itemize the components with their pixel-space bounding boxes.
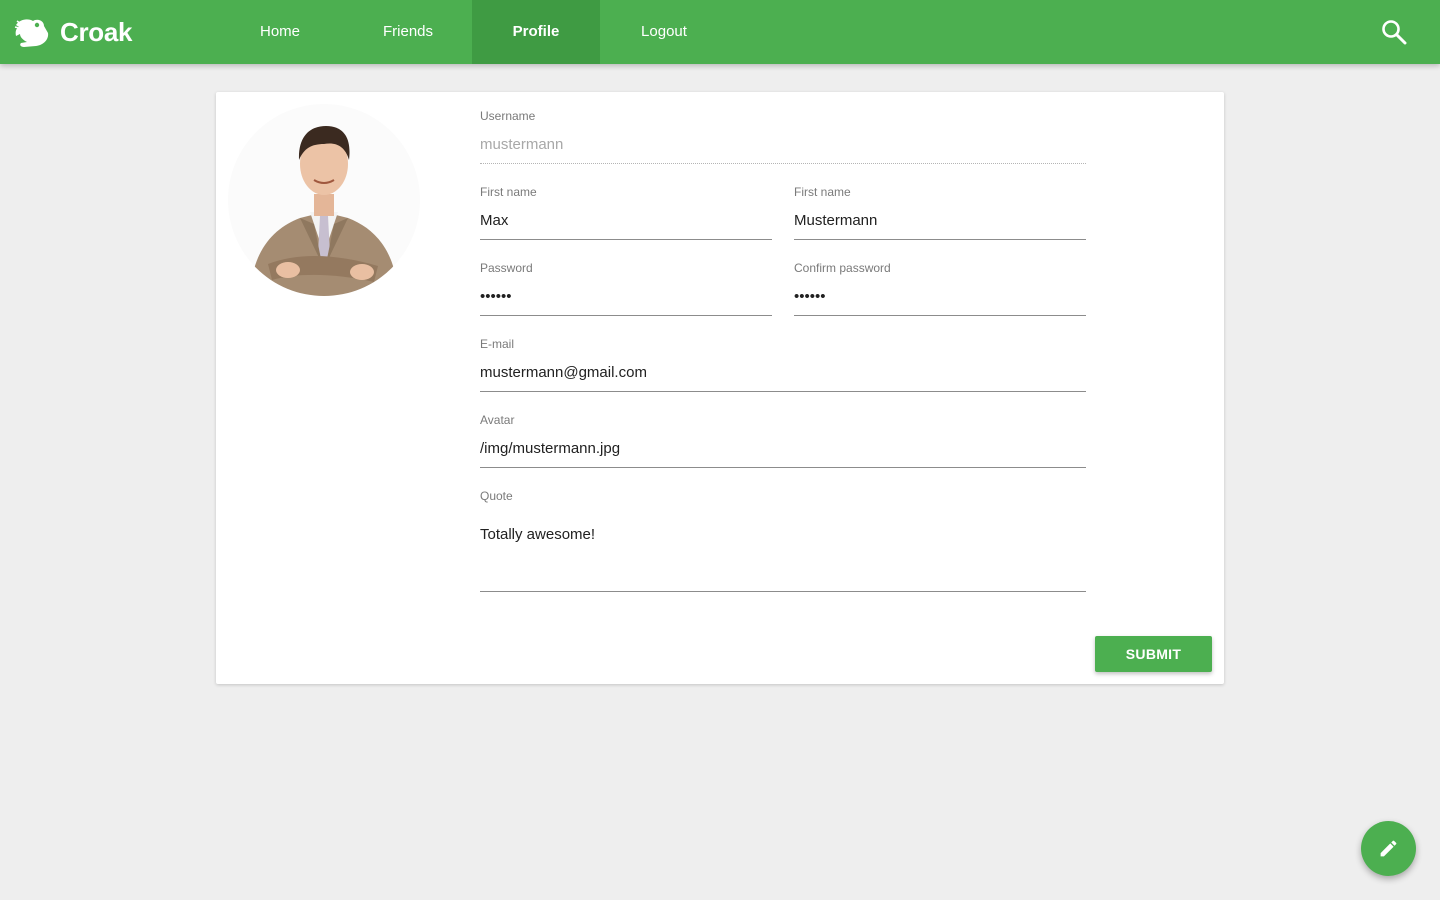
password-label: Password [480, 261, 533, 275]
username-field: Username mustermann [480, 109, 1086, 165]
search-icon[interactable] [1380, 18, 1408, 46]
first-name-underline [480, 239, 772, 240]
frog-icon [14, 19, 49, 47]
first-name-label: First name [480, 185, 537, 199]
password-underline [480, 315, 772, 316]
username-label: Username [480, 109, 536, 123]
main-nav: Home Friends Profile Logout [216, 0, 728, 64]
last-name-field[interactable]: First name Mustermann [794, 185, 1086, 241]
pencil-icon [1380, 840, 1397, 857]
person-icon [250, 126, 398, 296]
profile-card: Username mustermann First name Max First… [216, 92, 1224, 684]
email-field[interactable]: E-mail mustermann@gmail.com [480, 337, 1086, 393]
confirm-password-field[interactable]: Confirm password •••••• [794, 261, 1086, 317]
first-name-input[interactable]: Max [480, 211, 772, 231]
first-name-field[interactable]: First name Max [480, 185, 772, 241]
quote-underline [480, 591, 1086, 592]
avatar-photo [228, 104, 420, 296]
username-input: mustermann [480, 136, 564, 153]
top-navbar: Croak Home Friends Profile Logout [0, 0, 1440, 64]
nav-friends[interactable]: Friends [344, 0, 472, 64]
email-label: E-mail [480, 337, 515, 351]
nav-profile[interactable]: Profile [472, 0, 600, 64]
last-name-label: First name [794, 185, 851, 199]
quote-label: Quote [480, 489, 513, 503]
password-input[interactable]: •••••• [480, 287, 772, 307]
email-input[interactable]: mustermann@gmail.com [480, 363, 1086, 383]
confirm-password-underline [794, 315, 1086, 316]
confirm-password-input[interactable]: •••••• [794, 287, 1086, 307]
submit-button[interactable]: SUBMIT [1095, 636, 1212, 672]
nav-logout[interactable]: Logout [600, 0, 728, 64]
avatar-input[interactable]: /img/mustermann.jpg [480, 439, 1086, 459]
avatar-label: Avatar [480, 413, 515, 427]
edit-fab[interactable] [1361, 821, 1416, 876]
quote-textarea[interactable]: Totally awesome! [480, 525, 1086, 545]
avatar-underline [480, 467, 1086, 468]
last-name-underline [794, 239, 1086, 240]
last-name-input[interactable]: Mustermann [794, 211, 1086, 231]
username-underline [480, 163, 1086, 164]
nav-home[interactable]: Home [216, 0, 344, 64]
brand[interactable]: Croak [14, 0, 133, 64]
avatar-field[interactable]: Avatar /img/mustermann.jpg [480, 413, 1086, 469]
brand-name: Croak [60, 16, 133, 47]
email-underline [480, 391, 1086, 392]
quote-field[interactable]: Quote Totally awesome! [480, 489, 1086, 593]
confirm-password-label: Confirm password [794, 261, 891, 275]
password-field[interactable]: Password •••••• [480, 261, 772, 317]
